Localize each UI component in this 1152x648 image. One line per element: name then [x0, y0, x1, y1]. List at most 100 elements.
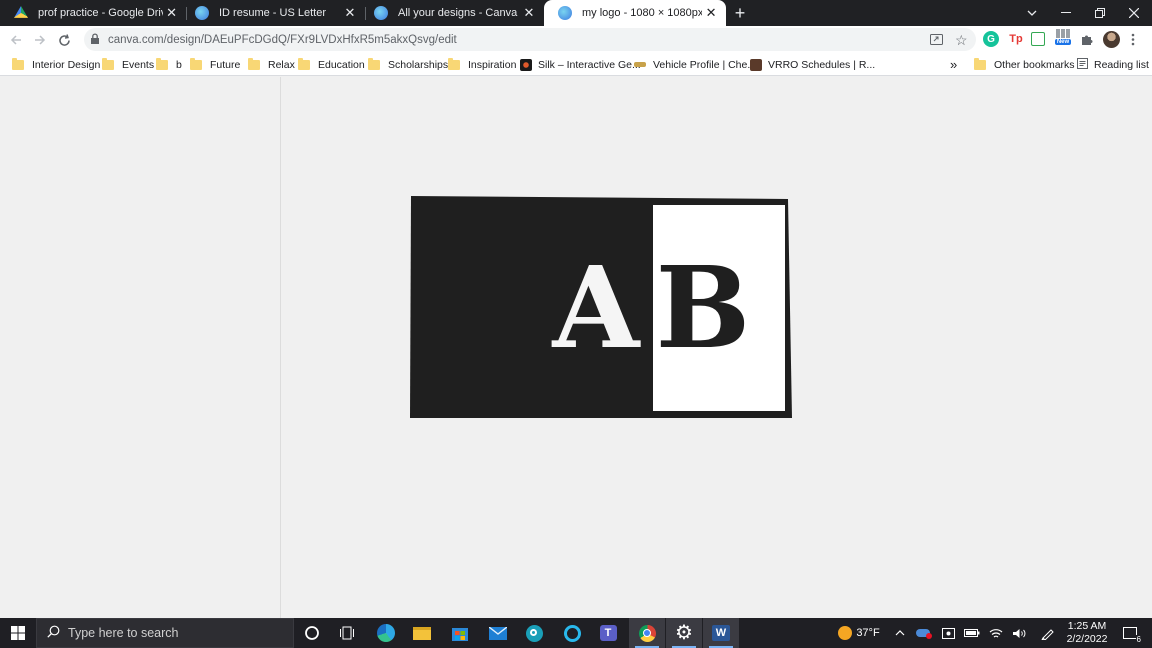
bookmark-folder-interior-design[interactable]: Interior Design [12, 56, 100, 73]
bookmarks-overflow-button[interactable]: » [950, 56, 957, 73]
reading-list-icon [1077, 57, 1088, 72]
windows-taskbar: Type here to search T ⚙ W 37°F 1:25 AM 2… [0, 618, 1152, 648]
close-window-icon[interactable] [1124, 0, 1144, 26]
folder-icon [190, 57, 202, 70]
url-text[interactable]: canva.com/design/DAEuPFcDGdQ/FXr9LVDxHfx… [108, 34, 457, 46]
cortana-ring-icon[interactable] [554, 618, 590, 648]
folder-icon [12, 57, 24, 70]
bookmarks-bar: Interior Design Events b Future Relax Ed… [0, 53, 1152, 76]
bookmark-star-icon[interactable]: ☆ [955, 32, 968, 49]
canva-icon [195, 6, 209, 20]
close-icon[interactable]: ✕ [520, 5, 538, 21]
menu-kebab-icon[interactable] [1128, 31, 1138, 47]
bookmark-folder-events[interactable]: Events [102, 56, 154, 73]
canva-editor-canvas[interactable]: A B [282, 77, 1152, 618]
windows-start-icon[interactable] [0, 618, 36, 648]
reload-icon[interactable] [54, 30, 74, 50]
bookmark-folder-future[interactable]: Future [190, 56, 240, 73]
tab-my-logo[interactable]: my logo - 1080 × 1080px ✕ [544, 0, 726, 26]
logo-letter-a[interactable]: A [552, 243, 642, 374]
new-extension-icon[interactable]: New [1054, 29, 1072, 45]
word-icon[interactable]: W [703, 618, 739, 648]
search-placeholder: Type here to search [68, 626, 179, 640]
taskbar-search-box[interactable]: Type here to search [36, 618, 294, 648]
bookmark-vrro-schedules[interactable]: VRRO Schedules | R... [750, 56, 875, 73]
notifications-icon[interactable]: 6 [1118, 618, 1142, 648]
folder-icon [368, 57, 380, 70]
clock-date: 2/2/2022 [1066, 633, 1108, 645]
chevrolet-icon [634, 62, 646, 67]
avatar[interactable] [1103, 31, 1120, 48]
chevron-up-icon[interactable] [892, 618, 908, 648]
puzzle-icon[interactable] [1079, 31, 1095, 47]
google-drive-icon [14, 6, 28, 18]
bookmark-folder-education[interactable]: Education [298, 56, 365, 73]
folder-icon [102, 57, 114, 70]
onedrive-icon[interactable] [914, 618, 932, 648]
restore-icon[interactable] [1090, 0, 1110, 26]
new-tab-button[interactable]: + [730, 0, 750, 26]
taskbar-clock[interactable]: 1:25 AM 2/2/2022 [1058, 620, 1116, 646]
settings-gear-icon[interactable]: ⚙ [666, 618, 702, 648]
reading-list-button[interactable]: Reading list [1077, 56, 1149, 73]
tab-title: my logo - 1080 × 1080px [582, 7, 703, 19]
weather-widget[interactable]: 37°F [834, 618, 884, 648]
folder-icon [156, 57, 168, 70]
close-icon[interactable]: ✕ [163, 5, 180, 21]
address-bar[interactable]: canva.com/design/DAEuPFcDGdQ/FXr9LVDxHfx… [84, 28, 976, 51]
cortana-icon[interactable] [294, 618, 330, 648]
bookmark-label: Future [210, 58, 241, 71]
microsoft-store-icon[interactable] [442, 618, 478, 648]
folder-icon [974, 57, 986, 70]
bookmark-vehicle-profile[interactable]: Vehicle Profile | Che... [634, 56, 756, 73]
meet-now-icon[interactable] [939, 618, 957, 648]
mail-icon[interactable] [480, 618, 516, 648]
share-icon[interactable] [930, 33, 943, 48]
edge-icon[interactable] [368, 618, 404, 648]
logo-letter-b[interactable]: B [656, 243, 751, 374]
bookmark-folder-other[interactable]: Other bookmarks [974, 56, 1075, 73]
silk-icon [520, 58, 532, 71]
volume-icon[interactable] [1010, 618, 1028, 648]
bookmark-folder-b[interactable]: b [156, 56, 182, 73]
teams-icon[interactable]: T [590, 618, 626, 648]
vrro-icon [750, 58, 762, 71]
chrome-icon[interactable] [629, 618, 665, 648]
quick-assist-icon[interactable] [516, 618, 552, 648]
bookmark-label: Other bookmarks [994, 58, 1075, 71]
tab-all-designs[interactable]: All your designs - Canva ✕ [360, 0, 544, 26]
bookmark-folder-inspiration[interactable]: Inspiration [448, 56, 516, 73]
bookmark-folder-scholarships[interactable]: Scholarships [368, 56, 448, 73]
minimize-icon[interactable] [1056, 0, 1076, 26]
bookmark-label: Vehicle Profile | Che... [653, 58, 757, 71]
tab-google-drive[interactable]: prof practice - Google Drive ✕ [0, 0, 186, 26]
bookmark-folder-relax[interactable]: Relax [248, 56, 295, 73]
close-icon[interactable]: ✕ [341, 5, 359, 21]
pen-workspace-icon[interactable] [1038, 618, 1058, 648]
tp-extension-icon[interactable]: Tp [1007, 31, 1025, 47]
tab-search-icon[interactable] [1022, 0, 1042, 26]
bookmark-label: b [176, 58, 182, 71]
search-icon [47, 625, 60, 641]
grammarly-icon[interactable]: G [983, 31, 999, 47]
clock-time: 1:25 AM [1067, 620, 1107, 632]
bookmark-silk[interactable]: Silk – Interactive Ge... [520, 56, 641, 73]
lock-icon[interactable] [90, 32, 100, 47]
bookmark-label: Inspiration [468, 58, 517, 71]
extension-icon[interactable] [1031, 32, 1045, 46]
new-badge: New [1054, 39, 1072, 45]
back-icon[interactable] [6, 30, 26, 50]
wifi-icon[interactable] [987, 618, 1005, 648]
battery-icon[interactable] [962, 618, 982, 648]
close-icon[interactable]: ✕ [702, 5, 720, 21]
task-view-icon[interactable] [330, 618, 366, 648]
tab-title: ID resume - US Letter [219, 7, 326, 19]
forward-icon[interactable] [30, 30, 50, 50]
bookmark-label: Scholarships [388, 58, 449, 71]
tab-id-resume[interactable]: ID resume - US Letter ✕ [181, 0, 365, 26]
canva-side-panel [0, 77, 281, 618]
logo-design[interactable]: A B [282, 77, 1152, 618]
file-explorer-icon[interactable] [404, 618, 440, 648]
bookmark-label: Events [122, 58, 155, 71]
canva-icon [374, 6, 388, 20]
